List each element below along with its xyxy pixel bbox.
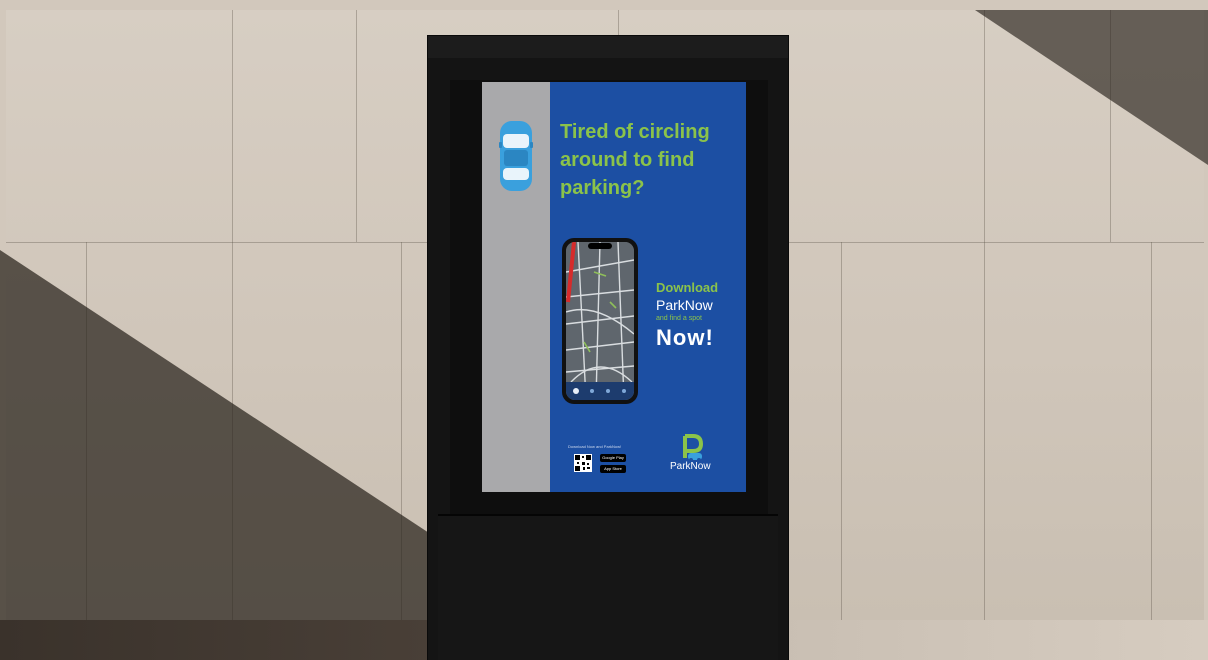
map-icon [566, 242, 634, 400]
cta-now-word: Now [656, 325, 706, 350]
cta-exclaim: ! [705, 325, 714, 350]
poster-headline: Tired of circling around to find parking… [560, 118, 740, 202]
logo-text: ParkNow [670, 461, 711, 472]
headline-line-3: parking? [560, 177, 645, 199]
app-store-badge-icon: App Store [600, 465, 626, 473]
app-store-label: App Store [604, 466, 622, 471]
kiosk-base [438, 514, 778, 660]
street-scene: Tired of circling around to find parking… [0, 0, 1208, 660]
google-play-label: Google Play [602, 455, 624, 460]
call-to-action: Download ParkNow and find a spot Now! [656, 280, 744, 352]
headline-line-2: around to find [560, 149, 695, 171]
download-footer-label: Download Now and ParkNow! [568, 444, 622, 449]
qr-code-icon [574, 454, 592, 472]
cta-download: Download [656, 280, 719, 295]
headline-line-1: Tired of circling [560, 121, 710, 143]
kiosk-cap [428, 36, 788, 58]
car-icon [499, 121, 533, 191]
cta-subtext: and find a spot [656, 315, 702, 322]
google-play-badge-icon: Google Play [600, 454, 626, 462]
parknow-poster: Tired of circling around to find parking… [482, 82, 746, 492]
phone-icon [562, 238, 638, 404]
cta-brand: ParkNow [656, 297, 713, 313]
cta-now: Now! [656, 324, 744, 352]
